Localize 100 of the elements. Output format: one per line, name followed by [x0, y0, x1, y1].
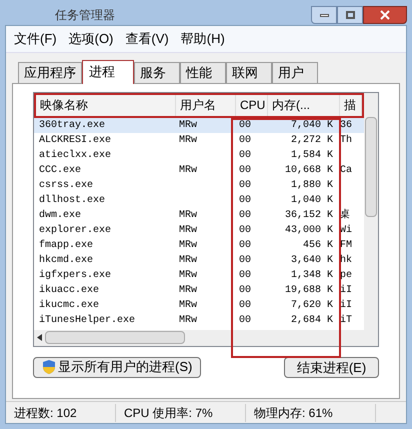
- table-cell-text: 43,000 K: [284, 224, 334, 238]
- column-header[interactable]: 内存(...: [268, 94, 340, 116]
- table-cell-text: MRw: [178, 298, 198, 312]
- table-cell-text: 00: [238, 254, 252, 268]
- table-cell-text: atieclxx.exe: [38, 148, 112, 162]
- table-cell-text: 2,272 K: [290, 134, 334, 148]
- process-row[interactable]: ALCKRESI.exe MRw 00 2,272 K Th: [34, 132, 364, 148]
- table-cell-text: hkcmd.exe: [38, 254, 94, 268]
- tab[interactable]: 服务: [134, 62, 180, 82]
- vertical-scrollbar[interactable]: [364, 92, 378, 346]
- table-cell-text: ikuacc.exe: [38, 284, 100, 298]
- table-cell-text: csrss.exe: [38, 178, 94, 192]
- table-cell-text: 7,040 K: [290, 118, 334, 132]
- status-text: CPU 使用率: 7%: [116, 404, 246, 422]
- menu-item[interactable]: 查看(V): [125, 29, 169, 48]
- table-cell-text: 7,620 K: [290, 298, 334, 312]
- process-row[interactable]: dllhost.exe 00 1,040 K: [34, 192, 364, 208]
- table-cell-text: 1,348 K: [290, 268, 334, 282]
- table-cell-text: 36,152 K: [284, 208, 334, 222]
- window-title: 任务管理器: [55, 7, 115, 24]
- table-cell-text: 00: [238, 314, 252, 328]
- table-cell-text: 3,640 K: [290, 254, 334, 268]
- table-cell-text: dllhost.exe: [38, 194, 106, 208]
- close-icon: [380, 10, 390, 20]
- process-row[interactable]: ikuacc.exe MRw 00 19,688 K iI: [34, 282, 364, 298]
- tab[interactable]: 性能: [180, 62, 226, 82]
- table-cell-text: 00: [238, 178, 252, 192]
- table-cell-text: iI: [339, 298, 354, 312]
- maximize-button[interactable]: [337, 6, 363, 24]
- table-cell-text: igfxpers.exe: [38, 268, 112, 282]
- close-button[interactable]: [363, 6, 407, 24]
- process-row[interactable]: atieclxx.exe 00 1,584 K: [34, 148, 364, 162]
- process-row[interactable]: ikucmc.exe MRw 00 7,620 K iI: [34, 298, 364, 312]
- tab[interactable]: 进程: [82, 60, 134, 84]
- tab[interactable]: 用户: [272, 62, 318, 82]
- table-cell-text: MRw: [178, 208, 198, 222]
- table-cell-text: MRw: [178, 118, 198, 132]
- table-cell-text: 360tray.exe: [38, 118, 106, 132]
- table-cell-text: MRw: [178, 268, 198, 282]
- table-cell-text: 10,668 K: [284, 164, 334, 178]
- process-row[interactable]: fmapp.exe MRw 00 456 K FM: [34, 238, 364, 252]
- table-cell-text: MRw: [178, 238, 198, 252]
- table-cell-text: CCC.exe: [38, 164, 82, 178]
- status-text: 物理内存: 61%: [246, 404, 376, 422]
- process-row[interactable]: iTunesHelper.exe MRw 00 2,684 K iT: [34, 312, 364, 328]
- table-cell-text: 00: [238, 298, 252, 312]
- shield-icon: [42, 359, 56, 375]
- process-row[interactable]: dwm.exe MRw 00 36,152 K 桌: [34, 208, 364, 222]
- process-row[interactable]: hkcmd.exe MRw 00 3,640 K hk: [34, 252, 364, 268]
- tab[interactable]: 联网: [226, 62, 272, 82]
- table-cell-text: 1,040 K: [290, 194, 334, 208]
- table-cell-text: 00: [238, 134, 252, 148]
- table-cell-text: ALCKRESI.exe: [38, 134, 112, 148]
- table-cell-text: Th: [339, 134, 354, 148]
- table-cell-text: 00: [238, 224, 252, 238]
- table-cell-text: dwm.exe: [38, 208, 82, 222]
- table-cell-text: 456 K: [302, 238, 334, 252]
- column-header[interactable]: 用户名: [176, 94, 236, 116]
- menu-item[interactable]: 帮助(H): [180, 29, 225, 48]
- table-cell-text: pe: [339, 268, 354, 282]
- table-cell-text: hk: [339, 254, 354, 268]
- table-cell-text: MRw: [178, 164, 198, 178]
- table-cell-text: iI: [339, 284, 354, 298]
- table-cell-text: 2,684 K: [290, 314, 334, 328]
- table-cell-text: iT: [339, 314, 354, 328]
- process-row[interactable]: igfxpers.exe MRw 00 1,348 K pe: [34, 268, 364, 282]
- table-cell-text: 1,880 K: [290, 178, 334, 192]
- table-cell-text: 00: [238, 208, 252, 222]
- table-cell-text: MRw: [178, 134, 198, 148]
- table-cell-text: 00: [238, 164, 252, 178]
- scroll-left-icon[interactable]: [37, 334, 42, 341]
- menu-item[interactable]: 选项(O): [68, 29, 114, 48]
- table-cell-text: 36: [339, 118, 354, 132]
- table-cell-text: MRw: [178, 314, 198, 328]
- end-process-button[interactable]: 结束进程(E): [284, 356, 379, 378]
- show-all-processes-button[interactable]: 显示所有用户的进程(S): [33, 356, 202, 378]
- table-cell-text: 00: [238, 238, 252, 252]
- table-cell-text: 1,584 K: [290, 148, 334, 162]
- menu-item[interactable]: 文件(F): [14, 29, 57, 48]
- table-cell-text: 00: [238, 268, 252, 282]
- table-cell-text: ikucmc.exe: [38, 298, 100, 312]
- table-cell-text: 19,688 K: [284, 284, 334, 298]
- table-cell-text: 00: [238, 148, 252, 162]
- horizontal-scrollbar[interactable]: [34, 330, 364, 346]
- table-cell-text: MRw: [178, 254, 198, 268]
- table-cell-text: iTunesHelper.exe: [38, 314, 136, 328]
- process-row[interactable]: csrss.exe 00 1,880 K: [34, 178, 364, 192]
- column-header[interactable]: 描: [340, 94, 362, 116]
- status-text: 进程数: 102: [6, 404, 116, 422]
- table-cell-text: FM: [339, 238, 354, 252]
- column-header[interactable]: CPU: [236, 94, 268, 116]
- tab[interactable]: 应用程序: [18, 62, 82, 82]
- minimize-button[interactable]: [311, 6, 337, 24]
- table-cell-text: 00: [238, 118, 252, 132]
- table-cell-text: MRw: [178, 224, 198, 238]
- table-cell-text: 00: [238, 194, 252, 208]
- table-cell-text: MRw: [178, 284, 198, 298]
- table-cell-text: explorer.exe: [38, 224, 112, 238]
- column-header[interactable]: 映像名称: [36, 94, 176, 116]
- table-cell-text: 00: [238, 284, 252, 298]
